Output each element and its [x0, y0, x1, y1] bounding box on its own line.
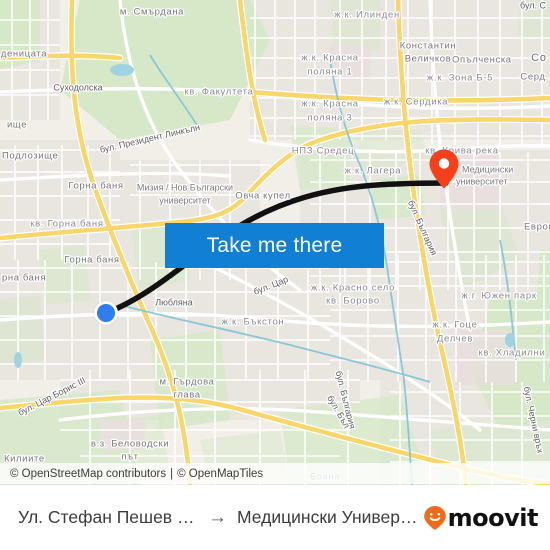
map-canvas[interactable]: м. Смърдана ж.к. Илинден бул. С деницата Кон… [0, 0, 550, 485]
map-label: Горна баня [64, 255, 119, 266]
map-label: в.з. Беловодски [91, 439, 169, 450]
map-label: кв. Горна баня [30, 219, 103, 230]
map-label: ж.к. Лагера [345, 166, 402, 177]
map-attribution: © OpenStreetMap contributors | © OpenMap… [0, 463, 550, 484]
attribution-tiles[interactable]: © OpenMapTiles [177, 468, 263, 480]
map-label: Со [531, 52, 547, 64]
map-label: Мизия / Нов Български [137, 182, 233, 192]
map-label: Люблянa [155, 297, 193, 307]
map-label: НПЗ Средец [292, 146, 355, 157]
map-label: Делчев [437, 334, 473, 345]
map-label: Подлозище [2, 151, 58, 162]
map-label: м. Смърдана [120, 7, 184, 18]
map-label: Величков [405, 54, 452, 65]
map-label: поляна 1 [308, 67, 353, 78]
attribution-osm[interactable]: © OpenStreetMap contributors [10, 468, 166, 480]
origin-location-dot[interactable] [94, 301, 118, 325]
map-label: ж.к. Зона Б-5 [427, 73, 493, 84]
arrow-right-icon: → [208, 507, 227, 528]
map-label: ж.к. Бъкстон [222, 317, 285, 328]
map-label: университет [159, 195, 211, 205]
map-label: кв. Борово [326, 296, 380, 307]
map-label: ж.г. Южен парк [461, 291, 537, 302]
map-label: път [121, 452, 138, 463]
map-label: Константин [400, 41, 457, 52]
map-label: ж.к. Красна [301, 99, 359, 110]
map-label: ж.к. Сердика [384, 97, 449, 108]
map-label: Горна баня [68, 181, 123, 192]
map-label: Серд [520, 72, 545, 83]
map-label: деницата [1, 49, 47, 60]
trip-summary-bar: Ул. Стефан Пешев / St… → Медицински Унив… [0, 485, 550, 550]
map-label: ище [7, 120, 27, 131]
trip-destination-label: Медицински Универси… [237, 507, 423, 527]
attribution-separator: | [170, 467, 174, 480]
map-label: университет [456, 176, 508, 186]
map-label: ж.к. Красна [301, 53, 359, 64]
trip-origin-label: Ул. Стефан Пешев / St… [18, 507, 198, 527]
map-label: поляна 3 [308, 113, 353, 124]
map-label: ж.к. Красно село [311, 283, 395, 294]
moovit-trip-map-screen: м. Смърдана ж.к. Илинден бул. С деницата Кон… [0, 0, 550, 550]
map-label: Медицински [462, 164, 513, 174]
map-label: м. Гърдова [159, 377, 214, 388]
map-label: кв. Факултета [184, 87, 253, 98]
map-label: глава [173, 390, 200, 401]
moovit-logo[interactable]: moovit [423, 503, 539, 532]
map-label: рна баня [2, 273, 46, 284]
map-label: бул. С [520, 0, 547, 10]
map-label: Европе [524, 222, 550, 233]
map-label: ж.к. Илинден [334, 10, 400, 21]
map-label: Овча купел [235, 191, 291, 202]
moovit-pin-icon [423, 505, 446, 530]
map-label: Опълченска [452, 55, 512, 66]
destination-pin-icon[interactable] [428, 148, 460, 190]
map-label: ж.к. Гоце [432, 320, 477, 331]
map-label: Суходолска [53, 82, 102, 92]
moovit-wordmark: moovit [447, 503, 539, 532]
take-me-there-button[interactable]: Take me there [165, 223, 384, 268]
map-label: кв. Хладилни [479, 348, 546, 359]
